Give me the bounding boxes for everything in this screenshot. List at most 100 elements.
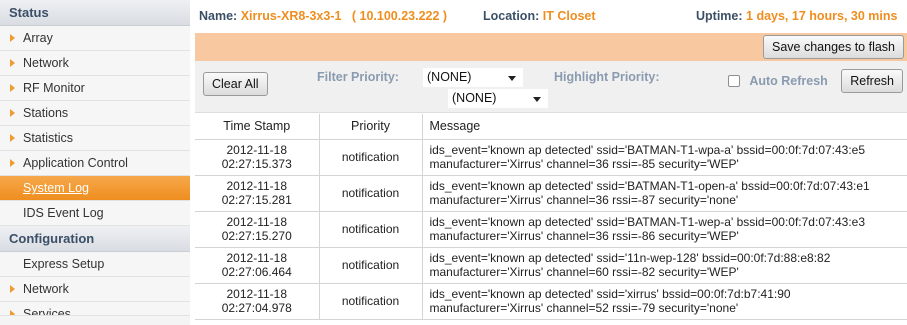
auto-refresh-label: Auto Refresh	[749, 73, 828, 88]
table-row: 2012-11-18 02:27:15.281 notification ids_…	[195, 175, 907, 212]
name-value: Xirrus-XR8-3x3-1 ( 10.100.23.222 )	[240, 9, 448, 23]
priority-cell: notification	[319, 175, 423, 212]
device-location: Location: IT Closet	[483, 0, 596, 33]
message-cell: ids_event='known ap detected' ssid='xirr…	[422, 283, 907, 320]
message-line: ids_event='known ap detected' ssid='BATM…	[429, 179, 870, 193]
sidebar-item-label: Services	[23, 307, 71, 316]
location-label: Location:	[483, 9, 540, 23]
log-time: 02:27:15.270	[221, 229, 292, 243]
sidebar-item-stations[interactable]: Stations	[0, 101, 190, 126]
arrow-right-icon	[10, 84, 15, 92]
chevron-down-icon	[533, 97, 541, 102]
auto-refresh-checkbox[interactable]	[728, 74, 740, 87]
table-row: 2012-11-18 02:27:15.270 notification ids_…	[195, 211, 907, 248]
highlight-priority-label: Highlight Priority:	[554, 70, 660, 84]
priority-cell: notification	[319, 211, 423, 248]
message-cell: ids_event='known ap detected' ssid='BATM…	[422, 139, 907, 176]
message-line: manufacturer='Xirrus' channel=60 rssi=-8…	[429, 265, 739, 279]
sidebar-item-label: Express Setup	[23, 257, 105, 271]
sidebar-item-services[interactable]: Services	[0, 302, 190, 316]
column-header-timestamp[interactable]: Time Stamp	[195, 114, 320, 140]
sidebar-item-label: Network	[23, 282, 69, 296]
highlight-priority-select[interactable]: (NONE)	[448, 89, 548, 108]
sidebar-nav: Status Array Network RF Monitor Stations…	[0, 0, 190, 325]
log-time: 02:27:04.978	[221, 301, 292, 315]
sidebar-item-config-network[interactable]: Network	[0, 277, 190, 302]
log-time: 02:27:15.373	[221, 157, 292, 171]
sidebar-item-rf-monitor[interactable]: RF Monitor	[0, 76, 190, 101]
arrow-right-icon	[10, 59, 15, 67]
log-date: 2012-11-18	[226, 143, 288, 157]
timestamp-cell: 2012-11-18 02:27:15.373	[195, 139, 320, 176]
uptime-value: 1 days, 17 hours, 30 mins	[746, 9, 898, 23]
refresh-button[interactable]: Refresh	[841, 69, 903, 93]
sidebar-item-label: System Log	[23, 181, 90, 195]
message-line: manufacturer='Xirrus' channel=36 rssi=-8…	[429, 157, 739, 171]
device-info-bar: Name: Xirrus-XR8-3x3-1 ( 10.100.23.222 )…	[195, 0, 907, 33]
sidebar-item-label: Stations	[23, 106, 69, 120]
sidebar-item-network[interactable]: Network	[0, 51, 190, 76]
message-line: ids_event='known ap detected' ssid='BATM…	[429, 143, 866, 157]
message-line: manufacturer='Xirrus' channel=52 rssi=-7…	[429, 301, 739, 315]
message-line: manufacturer='Xirrus' channel=36 rssi=-8…	[429, 193, 739, 207]
filter-priority-select[interactable]: (NONE)	[423, 68, 523, 87]
sidebar-item-ids-event-log[interactable]: IDS Event Log	[0, 201, 190, 226]
sidebar-item-express-setup[interactable]: Express Setup	[0, 252, 190, 277]
timestamp-cell: 2012-11-18 02:27:04.978	[195, 283, 320, 320]
main-content: Name: Xirrus-XR8-3x3-1 ( 10.100.23.222 )…	[195, 0, 907, 325]
priority-cell: notification	[319, 139, 423, 176]
chevron-down-icon	[508, 76, 516, 81]
arrow-right-icon	[10, 159, 15, 167]
priority-cell: notification	[319, 283, 423, 320]
filter-priority-value: (NONE)	[427, 70, 472, 84]
message-line: ids_event='known ap detected' ssid='xirr…	[429, 287, 791, 301]
arrow-right-icon	[10, 285, 15, 293]
clear-all-button[interactable]: Clear All	[203, 72, 268, 96]
filter-bar: Clear All Filter Priority: (NONE) (NONE)…	[195, 61, 907, 113]
timestamp-cell: 2012-11-18 02:27:15.270	[195, 211, 320, 248]
save-changes-button[interactable]: Save changes to flash	[763, 35, 904, 59]
sidebar-item-application-control[interactable]: Application Control	[0, 151, 190, 176]
timestamp-cell: 2012-11-18 02:27:06.464	[195, 247, 320, 284]
device-uptime: Uptime: 1 days, 17 hours, 30 mins	[696, 0, 897, 33]
log-date: 2012-11-18	[226, 287, 288, 301]
sidebar-item-label: IDS Event Log	[23, 206, 104, 220]
sidebar-item-array[interactable]: Array	[0, 26, 190, 51]
arrow-right-icon	[10, 109, 15, 117]
message-cell: ids_event='known ap detected' ssid='BATM…	[422, 211, 907, 248]
log-time: 02:27:15.281	[221, 193, 292, 207]
save-bar: Save changes to flash	[195, 33, 907, 61]
message-line: manufacturer='Xirrus' channel=36 rssi=-8…	[429, 229, 739, 243]
message-cell: ids_event='known ap detected' ssid='BATM…	[422, 175, 907, 212]
system-log-table: Time Stamp Priority Message 2012-11-18 02…	[195, 114, 907, 320]
status-section-header[interactable]: Status	[0, 0, 190, 26]
table-header-row: Time Stamp Priority Message	[195, 114, 907, 140]
log-time: 02:27:06.464	[221, 265, 292, 279]
sidebar-item-label: Array	[23, 31, 53, 45]
table-row: 2012-11-18 02:27:04.978 notification ids_…	[195, 283, 907, 320]
timestamp-cell: 2012-11-18 02:27:15.281	[195, 175, 320, 212]
sidebar-item-statistics[interactable]: Statistics	[0, 126, 190, 151]
sidebar-item-label: Statistics	[23, 131, 74, 145]
location-value: IT Closet	[542, 9, 596, 23]
highlight-priority-value: (NONE)	[452, 91, 497, 105]
table-row: 2012-11-18 02:27:15.373 notification ids_…	[195, 139, 907, 176]
arrow-right-icon	[10, 134, 15, 142]
table-row: 2012-11-18 02:27:06.464 notification ids_…	[195, 247, 907, 284]
configuration-section-header[interactable]: Configuration	[0, 226, 190, 252]
log-date: 2012-11-18	[226, 251, 288, 265]
auto-refresh-toggle[interactable]: Auto Refresh	[728, 71, 828, 89]
filter-priority-label: Filter Priority:	[317, 70, 399, 84]
sidebar-item-label: Application Control	[23, 156, 128, 170]
log-date: 2012-11-18	[226, 179, 288, 193]
sidebar-item-system-log[interactable]: System Log	[0, 176, 190, 201]
column-header-priority[interactable]: Priority	[319, 114, 423, 140]
arrow-right-icon	[10, 34, 15, 42]
name-label: Name:	[199, 9, 238, 23]
uptime-label: Uptime:	[696, 9, 743, 23]
column-header-message[interactable]: Message	[422, 114, 907, 140]
sidebar-item-label: Network	[23, 56, 69, 70]
log-date: 2012-11-18	[226, 215, 288, 229]
message-line: ids_event='known ap detected' ssid='BATM…	[429, 215, 866, 229]
arrow-right-icon	[10, 310, 15, 315]
